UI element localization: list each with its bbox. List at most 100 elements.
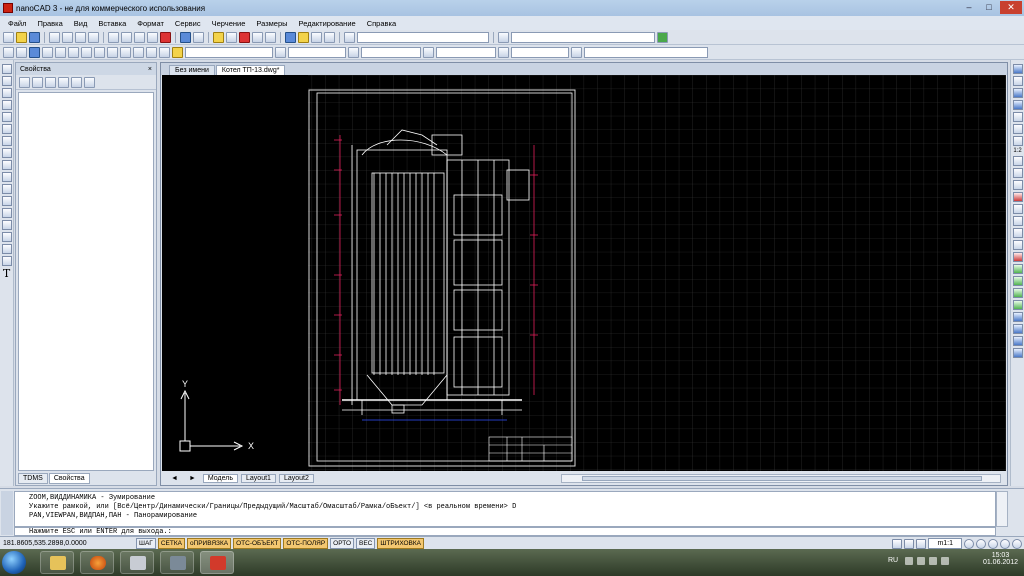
- plot-icon[interactable]: [88, 31, 99, 43]
- volume-icon[interactable]: [917, 557, 925, 565]
- polyline-icon[interactable]: [1, 88, 12, 98]
- alphabetical-icon[interactable]: [32, 76, 43, 88]
- layer-isolate-icon[interactable]: [68, 46, 79, 58]
- taskbar-app-2[interactable]: [160, 551, 194, 574]
- current-layer-dropdown[interactable]: [185, 46, 273, 58]
- menu-service[interactable]: Сервис: [175, 19, 201, 28]
- markup-icon[interactable]: [324, 31, 335, 43]
- polar-toggle[interactable]: ОТС-ПОЛЯР: [283, 537, 329, 549]
- flag-icon[interactable]: [929, 557, 937, 565]
- grid-toggle[interactable]: СЕТКА: [157, 537, 185, 549]
- lineweight-icon[interactable]: [423, 46, 434, 58]
- close-icon[interactable]: ✕: [1000, 1, 1022, 14]
- polygon-icon[interactable]: [1, 100, 12, 110]
- tab-untitled[interactable]: Без имени: [169, 65, 215, 75]
- rectangle-icon[interactable]: [1, 112, 12, 122]
- menu-insert[interactable]: Вставка: [98, 19, 126, 28]
- layer-dropdown[interactable]: [357, 31, 489, 43]
- plotstyle-icon[interactable]: [498, 46, 509, 58]
- explode-icon[interactable]: [1012, 240, 1023, 250]
- snap-toggle[interactable]: ШАГ: [136, 537, 156, 549]
- layer-merge-icon[interactable]: [120, 46, 131, 58]
- erase-icon[interactable]: [1012, 64, 1023, 74]
- layer-lock-icon[interactable]: [42, 46, 53, 58]
- publish-icon[interactable]: [75, 31, 86, 43]
- settings-icon[interactable]: [1012, 538, 1022, 549]
- tab-model[interactable]: Модель: [202, 474, 239, 483]
- text-icon[interactable]: T: [3, 268, 10, 279]
- make-block-icon[interactable]: [1, 208, 12, 218]
- ellipse-arc-icon[interactable]: [1, 184, 12, 194]
- layer-state-icon[interactable]: [16, 46, 27, 58]
- menu-help[interactable]: Справка: [367, 19, 396, 28]
- table-icon[interactable]: [1, 256, 12, 266]
- taskbar-explorer[interactable]: [40, 551, 74, 574]
- textstyle-dropdown[interactable]: [584, 46, 708, 58]
- drawing-canvas[interactable]: Y X: [162, 75, 1006, 471]
- copy-object-icon[interactable]: [1012, 76, 1023, 86]
- arc-icon[interactable]: [1, 124, 12, 134]
- lineweight-dropdown[interactable]: [436, 46, 496, 58]
- layer-icon[interactable]: [344, 31, 355, 43]
- snap-quadrant-icon[interactable]: [1012, 312, 1023, 322]
- point-icon[interactable]: [1, 220, 12, 230]
- print-icon[interactable]: [49, 31, 60, 43]
- menu-edit[interactable]: Правка: [37, 19, 62, 28]
- mirror-icon[interactable]: [1012, 88, 1023, 98]
- undo-icon[interactable]: [180, 31, 191, 43]
- ortho-toggle[interactable]: ОРТО: [330, 537, 355, 549]
- refresh-icon[interactable]: [657, 31, 668, 43]
- construction-line-icon[interactable]: [1, 76, 12, 86]
- categorized-icon[interactable]: [19, 76, 30, 88]
- extend-icon[interactable]: [1012, 180, 1023, 190]
- menu-view[interactable]: Вид: [74, 19, 88, 28]
- zoom-window-icon[interactable]: [239, 31, 250, 43]
- fillet-icon[interactable]: [1012, 228, 1023, 238]
- break-icon[interactable]: [1012, 192, 1023, 202]
- taskbar-firefox[interactable]: [80, 551, 114, 574]
- select-objects-icon[interactable]: [71, 76, 82, 88]
- open-icon[interactable]: [16, 31, 27, 43]
- command-history-scrollbar[interactable]: [996, 491, 1008, 527]
- menu-format[interactable]: Формат: [137, 19, 164, 28]
- linetype-icon[interactable]: [348, 46, 359, 58]
- scrollbar-thumb[interactable]: [582, 476, 982, 481]
- zoom-window-status-icon[interactable]: [988, 538, 998, 549]
- lineweight-toggle[interactable]: ВЕС: [356, 537, 376, 549]
- power-icon[interactable]: [941, 557, 949, 565]
- annotation-icon[interactable]: [916, 538, 927, 549]
- horizontal-scrollbar[interactable]: [561, 474, 1001, 483]
- menu-modify[interactable]: Редактирование: [299, 19, 356, 28]
- app-icon[interactable]: [3, 3, 13, 13]
- pan-status-icon[interactable]: [964, 538, 974, 549]
- layer-change-icon[interactable]: [146, 46, 157, 58]
- snap-endpoint-icon[interactable]: [1012, 264, 1023, 274]
- paste-icon[interactable]: [134, 31, 145, 43]
- move-icon[interactable]: [1012, 124, 1023, 134]
- layer-freeze-icon[interactable]: [29, 46, 40, 58]
- snap-midpoint-icon[interactable]: [1012, 276, 1023, 286]
- offset-icon[interactable]: [1012, 100, 1023, 110]
- copy-icon[interactable]: [121, 31, 132, 43]
- menu-dimensions[interactable]: Размеры: [256, 19, 287, 28]
- region-icon[interactable]: [1, 244, 12, 254]
- pan-icon[interactable]: [213, 31, 224, 43]
- measure-icon[interactable]: [1012, 252, 1023, 262]
- osnap-toggle[interactable]: оПРИВЯЗКА: [186, 537, 232, 549]
- layer-previous-icon[interactable]: [94, 46, 105, 58]
- ellipse-icon[interactable]: [1, 172, 12, 182]
- delete-icon[interactable]: [160, 31, 171, 43]
- annotation-scale[interactable]: m1:1: [928, 538, 962, 549]
- properties-list[interactable]: [18, 92, 154, 471]
- layer-manager-icon[interactable]: [3, 46, 14, 58]
- filter-icon[interactable]: [45, 76, 56, 88]
- textstyle-icon[interactable]: [571, 46, 582, 58]
- snap-center-icon[interactable]: [1012, 288, 1023, 298]
- close-icon[interactable]: ×: [148, 66, 152, 73]
- zoom-extents-status-icon[interactable]: [1000, 538, 1010, 549]
- design-center-icon[interactable]: [298, 31, 309, 43]
- hatch-toggle[interactable]: ШТРИХОВКА: [377, 537, 424, 549]
- chamfer-icon[interactable]: [1012, 216, 1023, 226]
- zoom-extents-icon[interactable]: [265, 31, 276, 43]
- cut-icon[interactable]: [108, 31, 119, 43]
